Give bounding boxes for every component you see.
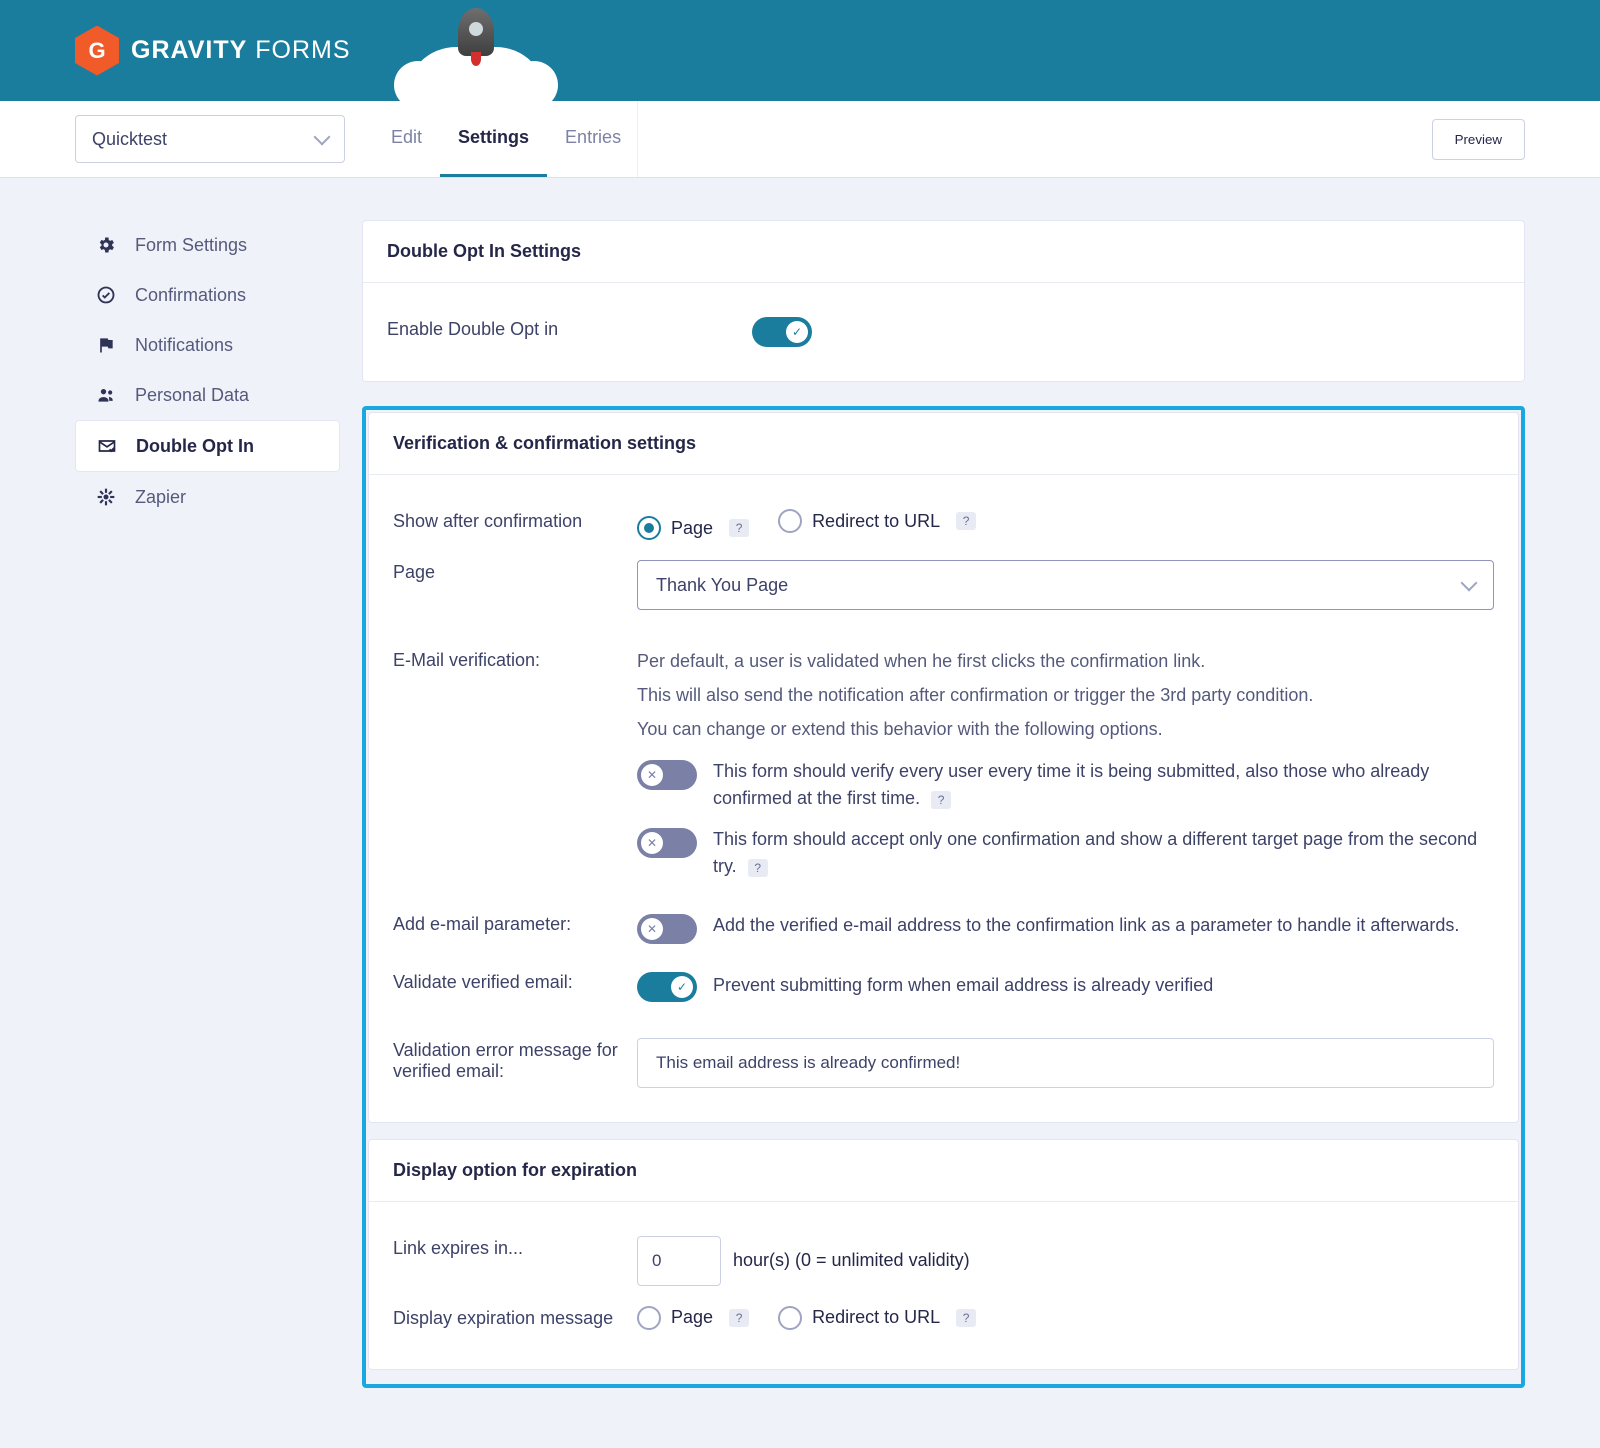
chevron-down-icon <box>314 129 331 146</box>
panel-verification: Verification & confirmation settings Sho… <box>368 412 1519 1123</box>
highlighted-section: Verification & confirmation settings Sho… <box>362 406 1525 1388</box>
panel-title: Double Opt In Settings <box>363 221 1524 283</box>
flag-icon <box>95 334 117 356</box>
settings-main: Double Opt In Settings Enable Double Opt… <box>362 220 1525 1388</box>
link-expires-label: Link expires in... <box>393 1236 637 1259</box>
help-icon[interactable]: ? <box>931 791 951 809</box>
radio-label: Redirect to URL <box>812 511 940 532</box>
zapier-icon <box>95 486 117 508</box>
email-verification-desc-2: This will also send the notification aft… <box>637 682 1494 710</box>
x-icon: ✕ <box>641 764 663 786</box>
radio-empty-icon <box>637 1306 661 1330</box>
sidebar-item-label: Confirmations <box>135 285 246 306</box>
radio-label: Redirect to URL <box>812 1307 940 1328</box>
email-verification-desc-1: Per default, a user is validated when he… <box>637 648 1494 676</box>
link-expires-suffix: hour(s) (0 = unlimited validity) <box>733 1250 970 1271</box>
help-icon[interactable]: ? <box>956 512 976 530</box>
link-expires-input[interactable] <box>637 1236 721 1286</box>
sidebar-item-label: Form Settings <box>135 235 247 256</box>
check-icon: ✓ <box>786 321 808 343</box>
enable-doi-label: Enable Double Opt in <box>387 317 752 340</box>
show-after-confirmation-label: Show after confirmation <box>393 509 637 532</box>
radio-page[interactable]: Page ? <box>637 516 749 540</box>
add-email-parameter-label: Add e-mail parameter: <box>393 912 637 935</box>
logo-mark: G <box>75 26 119 76</box>
page-select-value: Thank You Page <box>656 575 788 596</box>
form-selector-value: Quicktest <box>92 129 167 150</box>
tab-settings[interactable]: Settings <box>440 101 547 177</box>
page-select[interactable]: Thank You Page <box>637 560 1494 610</box>
sidebar-item-form-settings[interactable]: Form Settings <box>75 220 340 270</box>
help-icon[interactable]: ? <box>748 859 768 877</box>
panel-double-opt-in: Double Opt In Settings Enable Double Opt… <box>362 220 1525 382</box>
radio-label: Page <box>671 1307 713 1328</box>
help-icon[interactable]: ? <box>729 519 749 537</box>
users-icon <box>95 384 117 406</box>
divider <box>637 101 638 177</box>
help-icon[interactable]: ? <box>729 1309 749 1327</box>
validate-verified-email-label: Validate verified email: <box>393 970 637 993</box>
validation-error-message-label: Validation error message for verified em… <box>393 1038 637 1082</box>
validation-error-message-input[interactable] <box>637 1038 1494 1088</box>
chevron-down-icon <box>1461 575 1478 592</box>
radio-redirect-url[interactable]: Redirect to URL ? <box>778 509 976 533</box>
x-icon: ✕ <box>641 918 663 940</box>
sidebar-item-label: Notifications <box>135 335 233 356</box>
form-selector-dropdown[interactable]: Quicktest <box>75 115 345 163</box>
brand-logo: G GRAVITY FORMS <box>75 0 351 101</box>
form-toolbar: Quicktest Edit Settings Entries Preview <box>0 101 1600 178</box>
validate-verified-email-text: Prevent submitting form when email addre… <box>713 972 1213 999</box>
gear-icon <box>95 234 117 256</box>
envelope-check-icon <box>96 435 118 457</box>
logo-heavy: GRAVITY <box>131 36 247 65</box>
sidebar-item-double-opt-in[interactable]: Double Opt In <box>75 420 340 472</box>
verify-every-time-text: This form should verify every user every… <box>713 761 1429 808</box>
x-icon: ✕ <box>641 832 663 854</box>
sidebar-item-label: Double Opt In <box>136 436 254 457</box>
panel-expiration: Display option for expiration Link expir… <box>368 1139 1519 1370</box>
page-label: Page <box>393 560 637 583</box>
radio-filled-icon <box>637 516 661 540</box>
add-email-parameter-text: Add the verified e-mail address to the c… <box>713 912 1459 939</box>
sidebar-item-label: Personal Data <box>135 385 249 406</box>
one-confirmation-text: This form should accept only one confirm… <box>713 829 1477 876</box>
tab-bar: Edit Settings Entries <box>373 101 639 177</box>
logo-light: FORMS <box>255 36 350 65</box>
sidebar-item-personal-data[interactable]: Personal Data <box>75 370 340 420</box>
sidebar-item-notifications[interactable]: Notifications <box>75 320 340 370</box>
rocket-graphic <box>406 0 546 101</box>
panel-title: Verification & confirmation settings <box>369 413 1518 475</box>
settings-sidebar: Form Settings Confirmations Notification… <box>75 220 340 1388</box>
check-icon: ✓ <box>671 976 693 998</box>
help-icon[interactable]: ? <box>956 1309 976 1327</box>
radio-expiration-redirect[interactable]: Redirect to URL ? <box>778 1306 976 1330</box>
one-confirmation-toggle[interactable]: ✕ <box>637 828 697 858</box>
add-email-parameter-toggle[interactable]: ✕ <box>637 914 697 944</box>
email-verification-desc-3: You can change or extend this behavior w… <box>637 716 1494 744</box>
display-expiration-message-label: Display expiration message <box>393 1306 637 1329</box>
tab-edit[interactable]: Edit <box>373 101 440 177</box>
app-header: G GRAVITY FORMS <box>0 0 1600 101</box>
check-circle-icon <box>95 284 117 306</box>
email-verification-label: E-Mail verification: <box>393 648 637 671</box>
sidebar-item-confirmations[interactable]: Confirmations <box>75 270 340 320</box>
radio-label: Page <box>671 518 713 539</box>
sidebar-item-label: Zapier <box>135 487 186 508</box>
radio-expiration-page[interactable]: Page ? <box>637 1306 749 1330</box>
panel-title: Display option for expiration <box>369 1140 1518 1202</box>
radio-empty-icon <box>778 1306 802 1330</box>
sidebar-item-zapier[interactable]: Zapier <box>75 472 340 522</box>
radio-empty-icon <box>778 509 802 533</box>
enable-doi-toggle[interactable]: ✓ <box>752 317 812 347</box>
validate-verified-email-toggle[interactable]: ✓ <box>637 972 697 1002</box>
logo-text: GRAVITY FORMS <box>131 36 351 65</box>
preview-button[interactable]: Preview <box>1432 119 1525 160</box>
tab-entries[interactable]: Entries <box>547 101 639 177</box>
verify-every-time-toggle[interactable]: ✕ <box>637 760 697 790</box>
